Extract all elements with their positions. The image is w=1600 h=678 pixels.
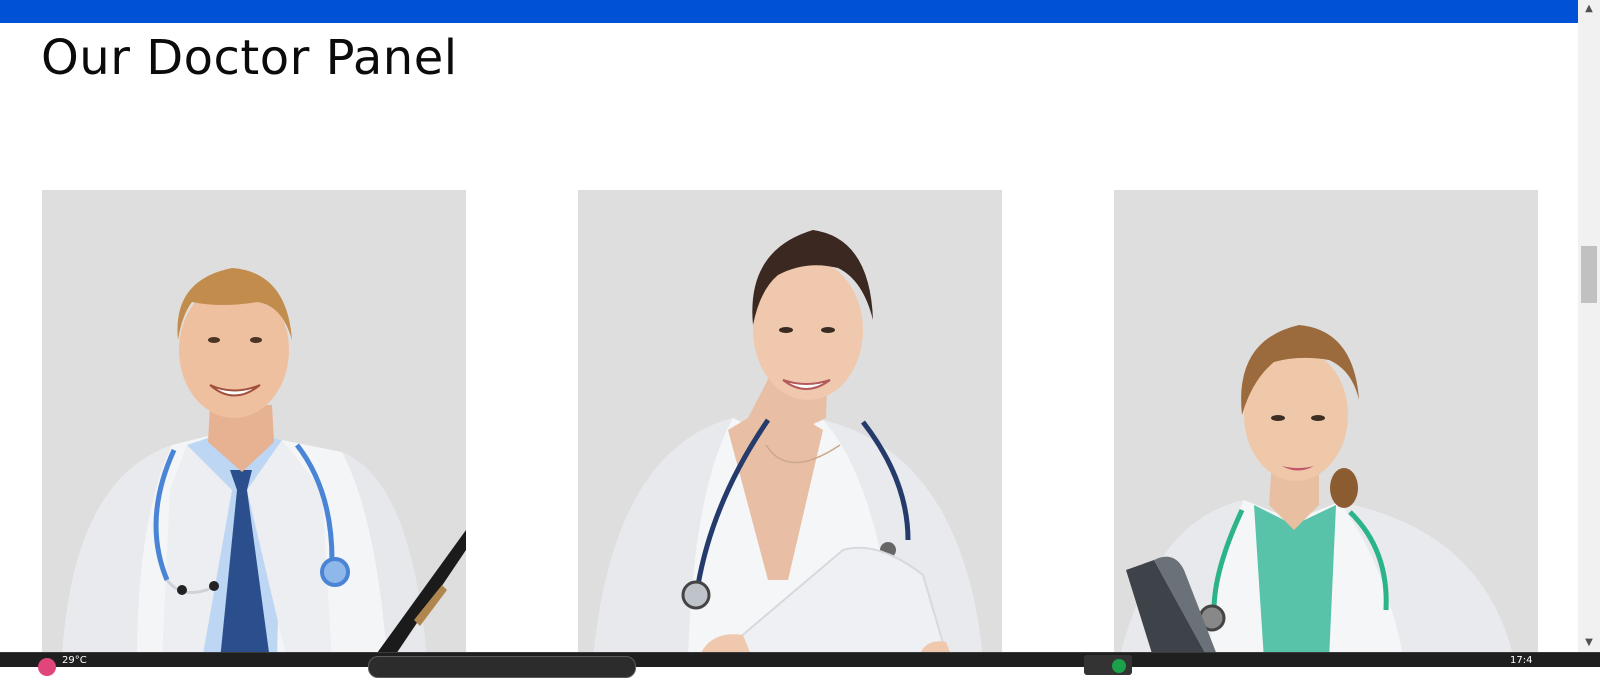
scroll-down-arrow-icon[interactable]: ▼	[1578, 634, 1600, 652]
doctor-card[interactable]	[578, 190, 1002, 652]
doctor-card[interactable]	[42, 190, 466, 652]
scrollbar-thumb[interactable]	[1581, 246, 1597, 303]
doctor-photo	[1121, 325, 1512, 652]
taskbar-search-box[interactable]	[368, 656, 636, 678]
taskbar-clock: 17:4	[1510, 655, 1533, 666]
scroll-up-arrow-icon[interactable]: ▲	[1578, 0, 1600, 18]
browser-app-icon[interactable]	[1112, 659, 1126, 673]
doctor-card[interactable]	[1114, 190, 1538, 652]
browser-viewport: Our Doctor Panel	[0, 0, 1578, 652]
doctor-photo	[62, 268, 466, 652]
page-title: Our Doctor Panel	[41, 30, 458, 86]
doctor-photo	[593, 230, 983, 652]
os-taskbar: 29°C 17:4	[0, 652, 1600, 678]
weather-text: 29°C	[62, 655, 87, 666]
vertical-scrollbar[interactable]: ▲ ▼	[1578, 0, 1600, 652]
weather-icon[interactable]	[38, 658, 56, 676]
site-header-bar	[0, 0, 1578, 23]
